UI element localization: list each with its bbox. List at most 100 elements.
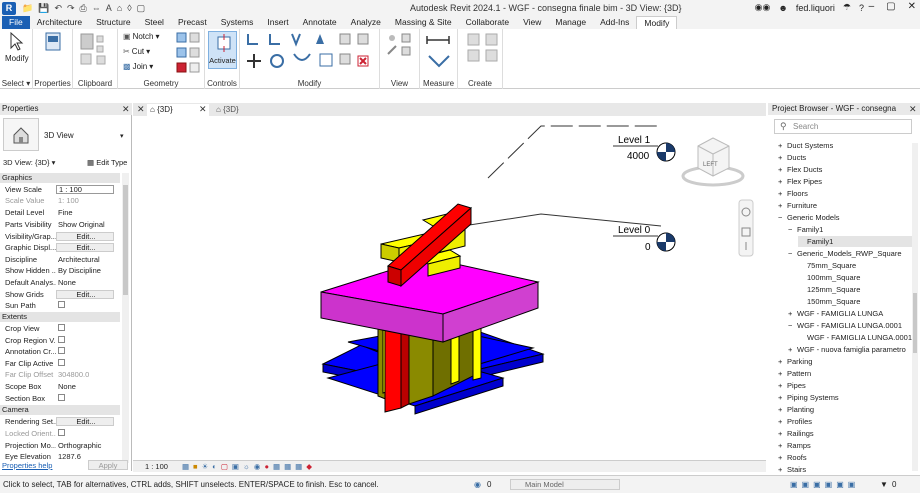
rendering-edit-button[interactable]: Edit... [56, 417, 114, 426]
view-scale-input[interactable]: 1 : 100 [56, 185, 114, 194]
open-icon[interactable]: 📁 [22, 3, 33, 14]
selection-filter-icons[interactable]: ▣▣▣▣▣▣ [790, 476, 859, 493]
shadows-icon[interactable]: ◐ [212, 462, 217, 471]
browser-item[interactable]: + Parking [778, 356, 912, 367]
expand-toggle-icon[interactable]: + [778, 428, 787, 439]
browser-item[interactable]: + Flex Ducts [778, 164, 912, 175]
expand-toggle-icon[interactable]: + [778, 368, 787, 379]
expand-toggle-icon[interactable]: − [778, 212, 787, 223]
browser-item[interactable]: 75mm_Square [798, 260, 912, 271]
browser-item[interactable]: + Ducts [778, 152, 912, 163]
browser-item[interactable]: + Piping Systems [778, 392, 912, 403]
browser-item[interactable]: − WGF - FAMIGLIA LUNGA.0001 [788, 320, 912, 331]
prop-value[interactable]: Show Original [56, 220, 114, 229]
expand-toggle-icon[interactable]: + [778, 440, 787, 451]
crop-view-checkbox[interactable] [58, 324, 65, 331]
expand-toggle-icon[interactable]: + [778, 404, 787, 415]
expand-toggle-icon[interactable]: + [778, 200, 787, 211]
browser-item[interactable]: + Roofs [778, 452, 912, 463]
browser-item[interactable]: 100mm_Square [798, 272, 912, 283]
redo-icon[interactable]: ↷ [67, 3, 75, 14]
edit-type-button[interactable]: ▦ Edit Type [87, 158, 127, 167]
browser-search-input[interactable]: Search [774, 119, 912, 134]
expand-toggle-icon[interactable]: + [778, 464, 787, 472]
show-grids-edit-button[interactable]: Edit... [56, 290, 114, 299]
browser-item[interactable]: − Family1 [788, 224, 912, 235]
view-tools-icon[interactable] [386, 32, 416, 72]
expand-toggle-icon[interactable]: + [788, 308, 797, 319]
browser-item[interactable]: + Duct Systems [778, 140, 912, 151]
browser-item[interactable]: WGF - FAMIGLIA LUNGA.0001 [798, 332, 912, 343]
user-icon[interactable]: ☻ [778, 3, 787, 13]
maximize-icon[interactable]: ▢ [886, 1, 895, 12]
analytical-model-icon[interactable]: ▦ [284, 462, 291, 471]
far-clip-checkbox[interactable] [58, 359, 65, 366]
paste-icon[interactable] [79, 32, 113, 68]
browser-item[interactable]: + Pipes [778, 380, 912, 391]
view-scale-control[interactable]: 1 : 100 [145, 462, 168, 471]
cart-icon[interactable]: ☂ [843, 2, 851, 13]
constraints-icon[interactable]: ◆ [306, 462, 312, 471]
activate-button[interactable]: Activate [208, 31, 237, 69]
tab-analyze[interactable]: Analyze [344, 16, 388, 29]
binoculars-icon[interactable]: ◉◉ [755, 2, 771, 13]
expand-toggle-icon[interactable]: + [778, 188, 787, 199]
tab-architecture[interactable]: Architecture [30, 16, 89, 29]
expand-toggle-icon[interactable]: + [778, 356, 787, 367]
properties-close-icon[interactable]: ✕ [122, 104, 130, 115]
view-tab-inactive[interactable]: ⌂ {3D} [213, 104, 273, 116]
show-crop-icon[interactable]: ▣ [232, 462, 239, 471]
3d-view-icon[interactable]: ⌂ [117, 3, 122, 13]
navigation-bar[interactable] [738, 199, 754, 257]
browser-item[interactable]: + Stairs [778, 464, 912, 472]
prop-value[interactable]: Architectural [56, 255, 114, 264]
visual-style-icon[interactable]: ■ [193, 462, 198, 471]
browser-close-icon[interactable]: ✕ [909, 104, 917, 115]
save-icon[interactable]: 💾 [38, 3, 49, 14]
reveal-hidden-icon[interactable]: ● [264, 462, 269, 471]
modify-tools-icon[interactable] [244, 32, 376, 74]
sun-path-icon[interactable]: ☀ [202, 462, 209, 471]
apply-button[interactable]: Apply [88, 460, 128, 470]
print-icon[interactable]: ⎙ [80, 3, 87, 14]
expand-toggle-icon[interactable]: + [778, 452, 787, 463]
view-tab-close-icon[interactable]: ✕ [199, 104, 207, 115]
join-button[interactable]: ▩ Join ▾ [123, 62, 153, 71]
browser-item[interactable]: + Floors [778, 188, 912, 199]
tab-massing[interactable]: Massing & Site [388, 16, 459, 29]
filter-icon[interactable]: ▼ [880, 476, 888, 493]
close-hidden-icon[interactable]: ▢ [137, 3, 146, 14]
hide-isolate-icon[interactable]: ◉ [254, 462, 261, 471]
group-extents[interactable]: Extents [0, 312, 120, 322]
prop-value[interactable]: None [56, 382, 114, 391]
prop-value[interactable]: None [56, 278, 114, 287]
tab-precast[interactable]: Precast [171, 16, 214, 29]
browser-item[interactable]: + Profiles [778, 416, 912, 427]
model-selector[interactable]: Main Model [510, 479, 620, 490]
browser-item[interactable]: 150mm_Square [798, 296, 912, 307]
tab-steel[interactable]: Steel [138, 16, 171, 29]
notch-button[interactable]: ▣ Notch ▾ [123, 32, 159, 41]
view-instance-selector[interactable]: 3D View: {3D} ▾ [3, 158, 55, 167]
crop-region-checkbox[interactable] [58, 336, 65, 343]
help-icon[interactable]: ? [859, 3, 864, 13]
measure-icon-large[interactable] [425, 34, 453, 72]
browser-item[interactable]: − Generic_Models_RWP_Square [788, 248, 912, 259]
tab-insert[interactable]: Insert [260, 16, 295, 29]
3d-viewport[interactable]: Level 1 4000 Level 0 0 LEFT [133, 116, 766, 460]
worksets-icon[interactable]: ◉ [474, 476, 481, 493]
browser-item[interactable]: + WGF - FAMIGLIA LUNGA [788, 308, 912, 319]
browser-item[interactable]: + Railings [778, 428, 912, 439]
expand-toggle-icon[interactable]: − [788, 224, 797, 235]
graphic-display-edit-button[interactable]: Edit... [56, 243, 114, 252]
browser-item[interactable]: + Planting [778, 404, 912, 415]
properties-button[interactable]: Properties [33, 79, 72, 88]
measure-icon[interactable]: ⇔ [92, 3, 101, 13]
annotation-crop-checkbox[interactable] [58, 347, 65, 354]
type-selector[interactable]: 3D View [44, 131, 74, 140]
cut-button[interactable]: ✂ Cut ▾ [123, 47, 150, 56]
text-icon[interactable]: A [106, 3, 112, 13]
section-icon[interactable]: ◊ [127, 3, 131, 13]
expand-toggle-icon[interactable]: − [788, 248, 797, 259]
browser-item[interactable]: + Ramps [778, 440, 912, 451]
